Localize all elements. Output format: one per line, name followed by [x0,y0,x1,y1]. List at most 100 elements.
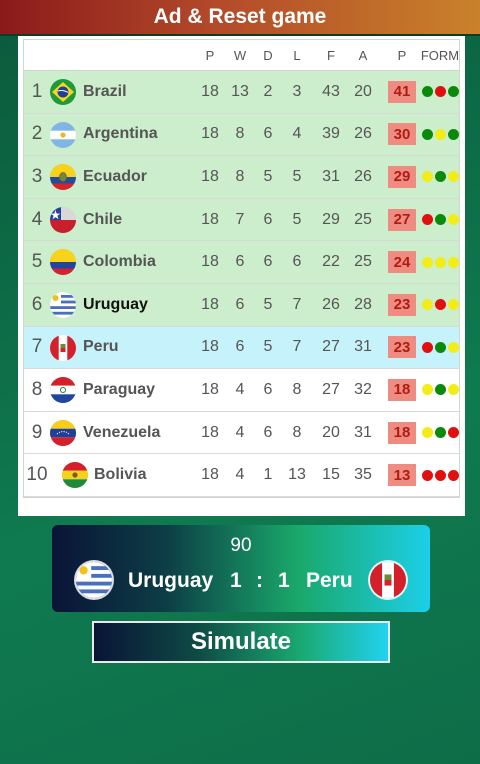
team-name: Uruguay [83,295,148,313]
form-dot [435,256,446,268]
goals-for: 29 [322,210,340,228]
form-dot [422,256,433,268]
goals-against: 28 [354,295,372,313]
form-dot [435,214,446,226]
match-minute: 90 [230,535,252,556]
form-dot [422,128,433,140]
played: 18 [201,423,219,441]
played: 18 [201,253,219,271]
table-row: 7 Peru 18 6 5 7 27 31 23 [24,326,459,370]
form-dot [448,128,459,140]
team-name: Chile [83,210,123,228]
form-dot [422,214,433,226]
goals-against: 35 [354,466,372,484]
points-badge: 23 [388,336,416,359]
live-match-panel: 90 Uruguay 1 : 1 Peru [52,525,430,612]
form-dot [448,427,459,439]
peru-flag-icon [50,334,76,361]
away-team-name: Peru [306,569,353,592]
won: 8 [235,167,245,185]
played: 18 [201,380,219,398]
chile-flag-icon [50,206,76,233]
drawn: 6 [263,210,273,228]
goals-against: 25 [354,210,372,228]
goals-for: 15 [322,466,340,484]
drawn: 2 [263,82,273,100]
form-dot [435,469,446,481]
colombia-flag-icon [50,249,76,276]
form-dot [422,469,433,481]
points-badge: 18 [388,421,416,444]
won: 4 [235,380,245,398]
goals-against: 26 [354,167,372,185]
form-dot [422,427,433,439]
form-dot [435,299,446,311]
form-dot [448,341,459,353]
form-dot [435,384,446,396]
ad-reset-game-button[interactable]: Ad & Reset game [0,0,480,36]
table-row: 5 Colombia 18 6 6 6 22 25 24 [24,241,459,284]
paraguay-flag-icon [50,377,76,404]
points-badge: 13 [388,464,416,487]
table-row: 4 Chile 18 7 6 5 29 25 27 [24,198,459,242]
header-goals-for: F [327,47,335,63]
drawn: 5 [263,167,273,185]
won: 8 [235,125,245,143]
team-name: Peru [83,338,119,356]
lost: 8 [292,423,302,441]
venezuela-flag-icon [50,419,76,446]
position: 2 [31,123,43,145]
form-dot [448,171,459,183]
form-dot [448,384,459,396]
table-row: 6 Uruguay 18 6 5 7 26 28 23 [24,283,459,327]
position: 1 [31,80,43,102]
team-name: Venezuela [83,423,161,441]
drawn: 1 [263,466,273,484]
goals-for: 43 [322,82,340,100]
form-indicator [422,171,459,183]
table-row: 10 Bolivia 18 4 1 13 15 35 13 [24,454,459,497]
goals-for: 39 [322,125,340,143]
goals-against: 25 [354,253,372,271]
uruguay-flag-icon [76,562,112,598]
goals-against: 31 [354,423,372,441]
form-dot [422,86,433,98]
points-badge: 23 [388,293,416,316]
lost: 6 [292,253,302,271]
form-dot [422,384,433,396]
position: 6 [31,293,43,315]
home-team-name: Uruguay [128,569,214,592]
drawn: 5 [263,295,273,313]
score-separator: : [256,569,263,592]
table-body: 1 Brazil 18 13 2 3 43 20 41 2 Argentina 18 8 6 4 39 26 30… [24,71,459,497]
team-name: Bolivia [94,466,147,484]
goals-for: 27 [322,380,340,398]
form-indicator [422,299,459,311]
points-badge: 41 [388,80,416,103]
form-dot [422,299,433,311]
form-dot [435,171,446,183]
away-score: 1 [278,569,290,592]
ecuador-flag-icon [50,164,76,191]
standings-table: P W D L F A P FORM 1 Brazil 18 13 2 3 43 20 41 2 A… [23,39,460,498]
goals-for: 27 [322,338,340,356]
form-indicator [422,214,459,226]
peru-flag-icon [370,562,406,598]
team-name: Colombia [83,253,156,271]
table-row: 8 Paraguay 18 4 6 8 27 32 18 [24,369,459,412]
drawn: 6 [263,125,273,143]
position: 7 [31,336,43,358]
simulate-button[interactable]: Simulate [92,621,390,663]
goals-for: 26 [322,295,340,313]
home-score: 1 [230,569,242,592]
form-indicator [422,128,459,140]
won: 7 [235,210,245,228]
played: 18 [201,338,219,356]
goals-against: 26 [354,125,372,143]
points-badge: 29 [388,165,416,188]
uruguay-flag-icon [50,291,76,318]
position: 10 [26,464,48,486]
goals-against: 32 [354,380,372,398]
played: 18 [201,295,219,313]
played: 18 [201,167,219,185]
